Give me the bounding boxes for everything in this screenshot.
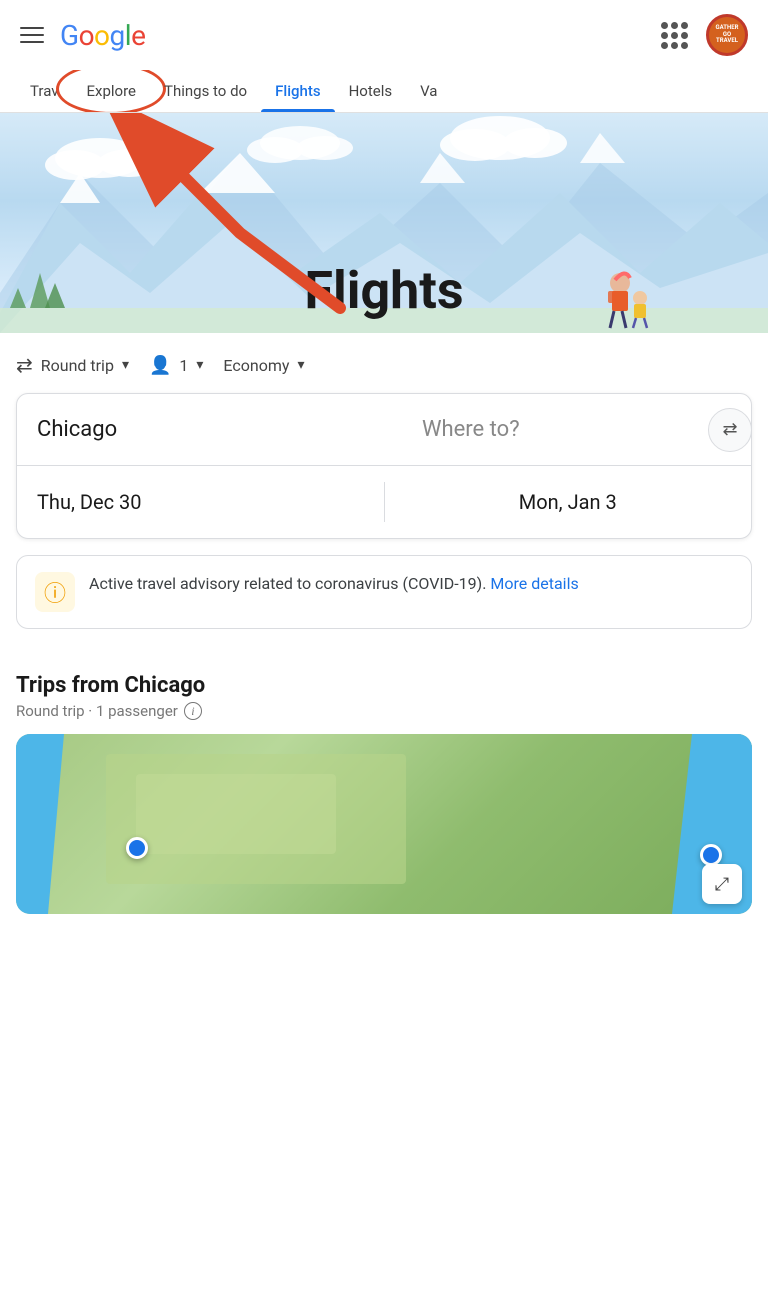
passengers-label: 1 bbox=[179, 356, 188, 375]
nav-tabs: Trav Explore Things to do Flights Hotels… bbox=[0, 70, 768, 113]
map-dot-destination bbox=[700, 844, 722, 866]
tab-travel[interactable]: Trav bbox=[16, 70, 73, 112]
origin-field[interactable]: Chicago bbox=[17, 399, 366, 460]
logo-g2: g bbox=[110, 19, 125, 52]
tab-vacations[interactable]: Va bbox=[406, 70, 451, 112]
map-expand-button[interactable]: ⤢ bbox=[702, 864, 742, 904]
header: Google GATHERGOTRAVEL bbox=[0, 0, 768, 70]
map-background bbox=[16, 734, 752, 914]
trip-type-label: Round trip bbox=[41, 356, 114, 375]
logo-g: G bbox=[60, 19, 79, 52]
cabin-class-label: Economy bbox=[223, 356, 289, 375]
trips-title: Trips from Chicago bbox=[16, 673, 752, 698]
trips-info-icon[interactable]: i bbox=[184, 702, 202, 720]
passenger-icon: 👤 bbox=[149, 355, 171, 376]
swap-button[interactable]: ⇄ bbox=[708, 408, 752, 452]
tab-flights[interactable]: Flights bbox=[261, 70, 334, 112]
flight-search-box: Chicago ⇄ Where to? Thu, Dec 30 Mon, Jan… bbox=[16, 393, 752, 539]
trip-type-selector[interactable]: ⇄ Round trip ▾ bbox=[16, 353, 129, 377]
departure-date-field[interactable]: Thu, Dec 30 bbox=[17, 472, 384, 532]
hero-title: Flights bbox=[304, 260, 463, 321]
logo-o1: o bbox=[79, 19, 94, 52]
logo-o2: o bbox=[94, 19, 109, 52]
avatar-inner: GATHERGOTRAVEL bbox=[709, 17, 745, 53]
trips-section: Trips from Chicago Round trip · 1 passen… bbox=[0, 665, 768, 720]
advisory-info-icon: ⓘ bbox=[44, 576, 66, 608]
cabin-class-selector[interactable]: Economy ▾ bbox=[223, 356, 304, 375]
tab-things-to-do[interactable]: Things to do bbox=[150, 70, 261, 112]
map-dot-chicago bbox=[126, 837, 148, 859]
tab-hotels[interactable]: Hotels bbox=[335, 70, 407, 112]
hamburger-menu[interactable] bbox=[20, 27, 44, 43]
trips-subtitle-text: Round trip · 1 passenger bbox=[16, 702, 178, 720]
logo-e: e bbox=[131, 19, 145, 52]
travel-advisory: ⓘ Active travel advisory related to coro… bbox=[16, 555, 752, 629]
advisory-icon-wrap: ⓘ bbox=[35, 572, 75, 612]
google-logo: Google bbox=[60, 19, 145, 52]
return-date-field[interactable]: Mon, Jan 3 bbox=[385, 472, 752, 532]
apps-grid-icon[interactable] bbox=[661, 22, 688, 49]
trip-type-dropdown-icon: ▾ bbox=[122, 357, 129, 373]
map-water-west bbox=[16, 734, 96, 914]
search-section: ⇄ Round trip ▾ 👤 1 ▾ Economy ▾ Chicago ⇄… bbox=[0, 333, 768, 665]
tab-explore[interactable]: Explore bbox=[73, 70, 151, 112]
hero-section: Flights bbox=[0, 113, 768, 333]
header-left: Google bbox=[20, 19, 145, 52]
advisory-message: Active travel advisory related to corona… bbox=[89, 574, 486, 593]
destination-field[interactable]: Where to? bbox=[366, 399, 751, 460]
date-row: Thu, Dec 30 Mon, Jan 3 bbox=[17, 466, 751, 538]
cabin-class-dropdown-icon: ▾ bbox=[297, 357, 304, 373]
avatar[interactable]: GATHERGOTRAVEL bbox=[706, 14, 748, 56]
map-container: ⤢ bbox=[16, 734, 752, 914]
passengers-dropdown-icon: ▾ bbox=[196, 357, 203, 373]
advisory-text: Active travel advisory related to corona… bbox=[89, 572, 579, 596]
header-right: GATHERGOTRAVEL bbox=[661, 14, 748, 56]
tab-explore-label: Explore bbox=[87, 82, 137, 100]
advisory-more-details-link[interactable]: More details bbox=[490, 574, 578, 593]
trips-subtitle: Round trip · 1 passenger i bbox=[16, 702, 752, 720]
origin-destination-row: Chicago ⇄ Where to? bbox=[17, 394, 751, 466]
trip-options: ⇄ Round trip ▾ 👤 1 ▾ Economy ▾ bbox=[16, 353, 752, 377]
passengers-selector[interactable]: 👤 1 ▾ bbox=[149, 355, 203, 376]
round-trip-icon: ⇄ bbox=[16, 353, 33, 377]
